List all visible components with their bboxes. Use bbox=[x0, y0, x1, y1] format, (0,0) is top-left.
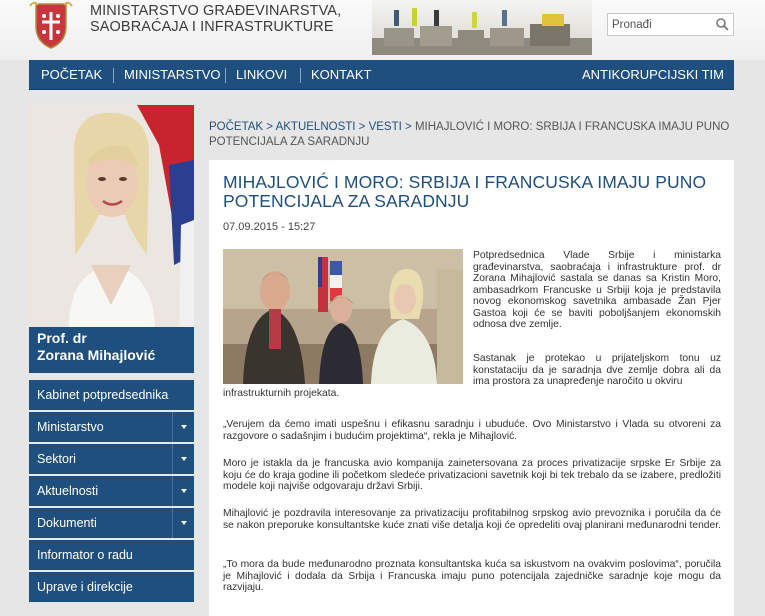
chevron-down-icon[interactable] bbox=[172, 476, 194, 506]
sidebar-item-label: Sektori bbox=[37, 452, 76, 466]
nav-item-pocetak[interactable]: POČETAK bbox=[31, 60, 112, 90]
article-paragraph: Mihajlović je pozdravila interesovanje z… bbox=[223, 508, 721, 531]
site-title[interactable]: MINISTARSTVO GRAĐEVINARSTVA, SAOBRAĆAJA … bbox=[90, 3, 341, 35]
minister-title: Prof. dr bbox=[37, 330, 87, 346]
breadcrumb: POČETAK > AKTUELNOSTI > VESTI > MIHAJLOV… bbox=[209, 120, 734, 150]
article-paragraph: Sastanak je protekao u prijateljskom ton… bbox=[473, 353, 721, 387]
breadcrumb-home-link[interactable]: POČETAK bbox=[209, 121, 263, 133]
article-panel: MIHAJLOVIĆ I MORO: SRBIJA I FRANCUSKA IM… bbox=[209, 160, 734, 616]
sidebar-item-label: Informator o radu bbox=[37, 548, 133, 562]
chevron-down-icon[interactable] bbox=[172, 508, 194, 538]
search-icon[interactable] bbox=[715, 17, 730, 32]
sidebar-item-kabinet-potpredsednika[interactable]: Kabinet potpredsednika bbox=[29, 380, 194, 410]
sidebar-item-label: Ministarstvo bbox=[37, 420, 104, 434]
minister-portrait-image[interactable] bbox=[29, 105, 194, 327]
main-navbar: POČETAK MINISTARSTVO LINKOVI KONTAKT ANT… bbox=[29, 60, 734, 90]
sidebar-item-label: Uprave i direkcije bbox=[37, 580, 133, 594]
search-input[interactable] bbox=[612, 16, 712, 33]
sidebar-item-aktuelnosti[interactable]: Aktuelnosti bbox=[29, 476, 194, 506]
article-paragraph: infrastrukturnih projekata. bbox=[223, 388, 340, 399]
chevron-down-icon[interactable] bbox=[172, 412, 194, 442]
chevron-down-icon[interactable] bbox=[172, 444, 194, 474]
coat-of-arms-logo[interactable] bbox=[28, 0, 74, 50]
sidebar-item-dokumenti[interactable]: Dokumenti bbox=[29, 508, 194, 538]
search-box bbox=[607, 13, 734, 36]
article-paragraph: „Verujem da ćemo imati uspešnu i efikasn… bbox=[223, 419, 721, 442]
article-date: 07.09.2015 - 15:27 bbox=[223, 221, 316, 233]
breadcrumb-vesti-link[interactable]: VESTI bbox=[369, 121, 402, 133]
article-title-line2: POTENCIJALA ZA SARADNJU bbox=[223, 191, 470, 211]
article-title-line1: MIHAJLOVIĆ I MORO: SRBIJA I FRANCUSKA IM… bbox=[223, 172, 707, 192]
site-title-line2: SAOBRAĆAJA I INFRASTRUKTURE bbox=[90, 19, 334, 35]
breadcrumb-separator: > bbox=[355, 121, 369, 133]
breadcrumb-separator: > bbox=[401, 121, 415, 133]
breadcrumb-separator: > bbox=[263, 121, 276, 133]
site-header: MINISTARSTVO GRAĐEVINARSTVA, SAOBRAĆAJA … bbox=[0, 0, 765, 60]
minister-name-card[interactable]: Prof. dr Zorana Mihajlović bbox=[29, 327, 194, 373]
sidebar-item-sektori[interactable]: Sektori bbox=[29, 444, 194, 474]
sidebar-item-ministarstvo[interactable]: Ministarstvo bbox=[29, 412, 194, 442]
nav-item-antikorupcijski-tim[interactable]: ANTIKORUPCIJSKI TIM bbox=[572, 60, 734, 90]
article-title: MIHAJLOVIĆ I MORO: SRBIJA I FRANCUSKA IM… bbox=[223, 173, 723, 211]
breadcrumb-aktuelnosti-link[interactable]: AKTUELNOSTI bbox=[276, 121, 356, 133]
sidebar-item-label: Dokumenti bbox=[37, 516, 97, 530]
sidebar-item-label: Kabinet potpredsednika bbox=[37, 388, 169, 402]
article-meeting-photo[interactable] bbox=[223, 249, 463, 384]
sidebar-item-label: Aktuelnosti bbox=[37, 484, 99, 498]
nav-item-linkovi[interactable]: LINKOVI bbox=[226, 60, 297, 90]
article-paragraph: „To mora da bude međunarodno proznata ko… bbox=[223, 559, 721, 593]
article-paragraph: Moro je istakla da je francuska avio kom… bbox=[223, 458, 721, 492]
nav-item-kontakt[interactable]: KONTAKT bbox=[301, 60, 381, 90]
site-title-line1: MINISTARSTVO GRAĐEVINARSTVA, bbox=[90, 3, 342, 19]
sidebar-item-uprave-i-direkcije[interactable]: Uprave i direkcije bbox=[29, 572, 194, 602]
header-road-construction-image bbox=[372, 0, 592, 55]
sidebar-item-informator-o-radu[interactable]: Informator o radu bbox=[29, 540, 194, 570]
nav-item-ministarstvo[interactable]: MINISTARSTVO bbox=[114, 60, 231, 90]
article-paragraph: Potpredsednica Vlade Srbije i ministarka… bbox=[473, 250, 721, 330]
minister-name: Zorana Mihajlović bbox=[37, 347, 156, 363]
